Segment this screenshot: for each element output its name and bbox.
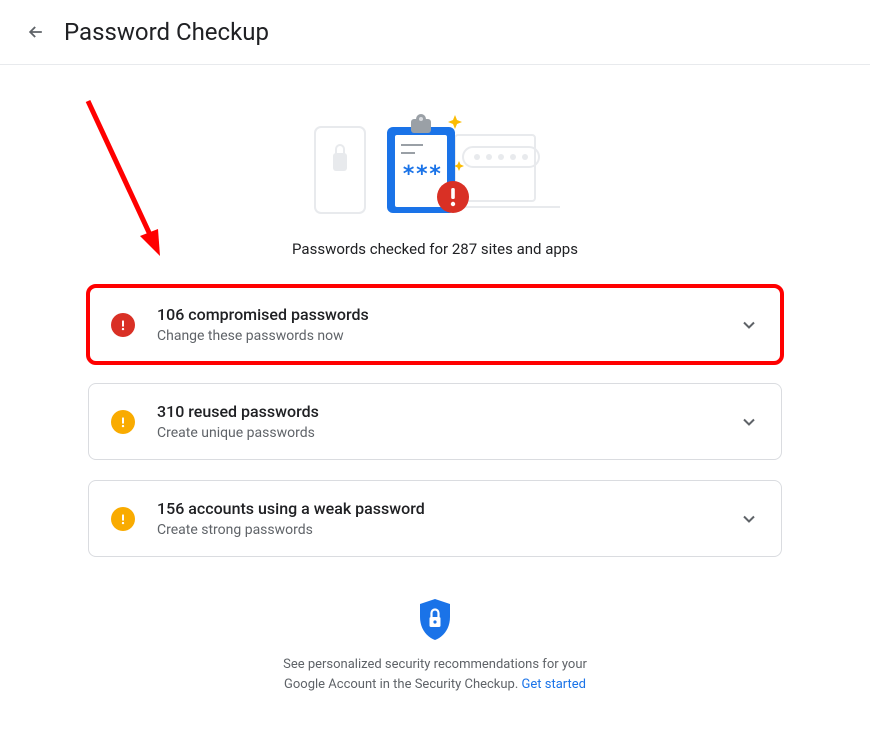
card-reused[interactable]: 310 reused passwords Create unique passw… <box>88 383 782 460</box>
page-title: Password Checkup <box>64 18 269 46</box>
card-text: 156 accounts using a weak password Creat… <box>157 499 717 538</box>
svg-text:***: *** <box>402 162 442 187</box>
shield-lock-icon <box>417 597 453 641</box>
card-compromised[interactable]: 106 compromised passwords Change these p… <box>88 286 782 363</box>
card-text: 310 reused passwords Create unique passw… <box>157 402 717 441</box>
card-subtitle: Create strong passwords <box>157 522 717 538</box>
back-button[interactable] <box>24 20 48 44</box>
footer: See personalized security recommendation… <box>275 597 595 694</box>
card-title: 310 reused passwords <box>157 402 717 421</box>
footer-text: See personalized security recommendation… <box>275 655 595 694</box>
header: Password Checkup <box>0 0 870 65</box>
card-title: 156 accounts using a weak password <box>157 499 717 518</box>
warning-icon <box>111 410 135 434</box>
password-illustration: *** <box>305 105 565 220</box>
alert-icon <box>111 313 135 337</box>
chevron-down-icon <box>739 412 759 432</box>
card-text: 106 compromised passwords Change these p… <box>157 305 717 344</box>
card-weak[interactable]: 156 accounts using a weak password Creat… <box>88 480 782 557</box>
chevron-down-icon <box>739 509 759 529</box>
card-subtitle: Create unique passwords <box>157 425 717 441</box>
chevron-down-icon <box>739 315 759 335</box>
card-title: 106 compromised passwords <box>157 305 717 324</box>
summary-text: Passwords checked for 287 sites and apps <box>292 240 578 258</box>
cards-container: 106 compromised passwords Change these p… <box>88 286 782 557</box>
content: *** Passwords checked for 287 sites and … <box>0 65 870 734</box>
get-started-link[interactable]: Get started <box>522 677 586 692</box>
annotation-arrow-icon <box>78 91 198 291</box>
arrow-left-icon <box>26 22 46 42</box>
warning-icon <box>111 507 135 531</box>
card-subtitle: Change these passwords now <box>157 328 717 344</box>
